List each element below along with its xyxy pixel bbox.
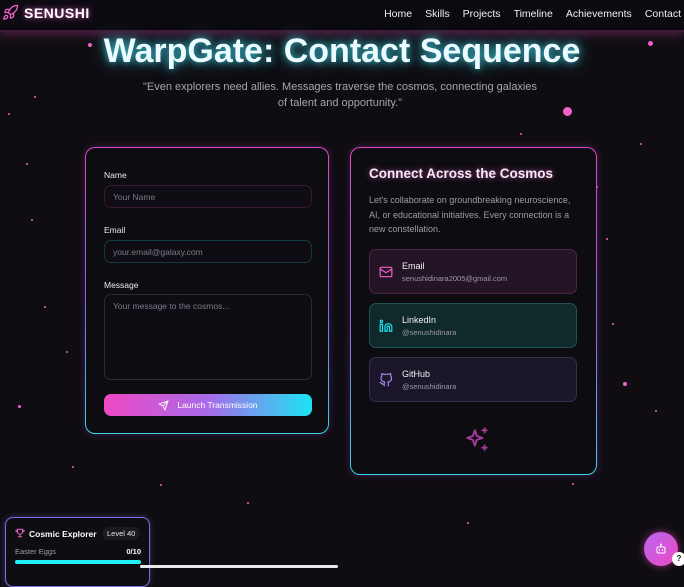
page-title: WarpGate: Contact Sequence — [103, 32, 581, 70]
star — [563, 107, 572, 116]
horizontal-scrollbar[interactable] — [140, 565, 338, 568]
level-badge: Level 40 — [102, 527, 141, 540]
star — [26, 163, 28, 165]
star — [612, 323, 614, 325]
connect-title: Connect Across the Cosmos — [369, 166, 554, 181]
star — [31, 219, 33, 221]
bot-icon — [656, 543, 666, 554]
email-input[interactable] — [104, 240, 312, 263]
star — [44, 306, 46, 308]
send-icon — [158, 399, 169, 411]
contact-linkedin-value: @senushidinara — [402, 328, 457, 337]
nav-link-contact[interactable]: Contact — [645, 8, 681, 20]
contact-email-value: senushidinara2005@gmail.com — [402, 274, 508, 283]
nav-link-home[interactable]: Home — [384, 8, 412, 20]
page-subtitle: "Even explorers need allies. Messages tr… — [143, 81, 537, 109]
nav-link-projects[interactable]: Projects — [463, 8, 501, 20]
easter-eggs-count: 0/10 — [126, 547, 141, 556]
contact-email-label: Email — [402, 261, 425, 271]
contact-github-value: @senushidinara — [402, 382, 457, 391]
email-label: Email — [104, 225, 126, 235]
github-icon — [379, 373, 393, 387]
brand-logo[interactable]: SENUSHI — [2, 4, 90, 21]
star — [467, 522, 469, 524]
nav-menu: Home Skills Projects Timeline Achievemen… — [384, 8, 681, 20]
contact-linkedin-label: LinkedIn — [402, 315, 437, 325]
contact-form: Name Email Message Launch Transmission — [85, 147, 329, 434]
cosmic-explorer-widget[interactable]: Cosmic Explorer Level 40 Easter Eggs 0/1… — [5, 517, 150, 587]
nav-link-achievements[interactable]: Achievements — [566, 8, 632, 20]
star — [606, 238, 608, 240]
navbar: SENUSHI Home Skills Projects Timeline Ac… — [0, 0, 684, 32]
connect-card: Connect Across the Cosmos Let's collabor… — [350, 147, 597, 475]
star — [34, 96, 36, 98]
star — [623, 382, 627, 386]
help-button[interactable]: ? — [672, 552, 684, 566]
connect-description: Let's collaborate on groundbreaking neur… — [369, 195, 571, 234]
star — [655, 410, 657, 412]
nav-link-skills[interactable]: Skills — [425, 8, 450, 20]
nav-link-timeline[interactable]: Timeline — [514, 8, 553, 20]
rocket-icon — [3, 4, 19, 20]
mail-icon — [379, 266, 393, 278]
star — [160, 484, 162, 486]
message-label: Message — [104, 280, 139, 290]
launch-transmission-label: Launch Transmission — [177, 400, 258, 410]
contact-github-card[interactable]: GitHub @senushidinara — [369, 357, 577, 402]
star — [66, 351, 68, 353]
explorer-title: Cosmic Explorer — [29, 529, 97, 539]
star — [572, 483, 574, 485]
star — [520, 133, 522, 135]
trophy-icon — [15, 528, 25, 538]
contact-github-label: GitHub — [402, 369, 431, 379]
easter-eggs-label: Easter Eggs — [15, 547, 56, 556]
message-textarea[interactable] — [104, 294, 312, 380]
launch-transmission-button[interactable]: Launch Transmission — [104, 394, 312, 416]
star — [640, 143, 642, 145]
name-label: Name — [104, 170, 127, 180]
easter-eggs-progress-bar — [15, 560, 141, 564]
contact-email-card[interactable]: Email senushidinara2005@gmail.com — [369, 249, 577, 294]
linkedin-icon — [379, 319, 393, 332]
name-input[interactable] — [104, 185, 312, 208]
star — [72, 466, 74, 468]
contact-linkedin-card[interactable]: LinkedIn @senushidinara — [369, 303, 577, 348]
brand-name: SENUSHI — [24, 4, 90, 21]
star — [8, 113, 10, 115]
star — [18, 405, 21, 408]
sparkle-icon — [466, 427, 488, 451]
star — [247, 502, 249, 504]
